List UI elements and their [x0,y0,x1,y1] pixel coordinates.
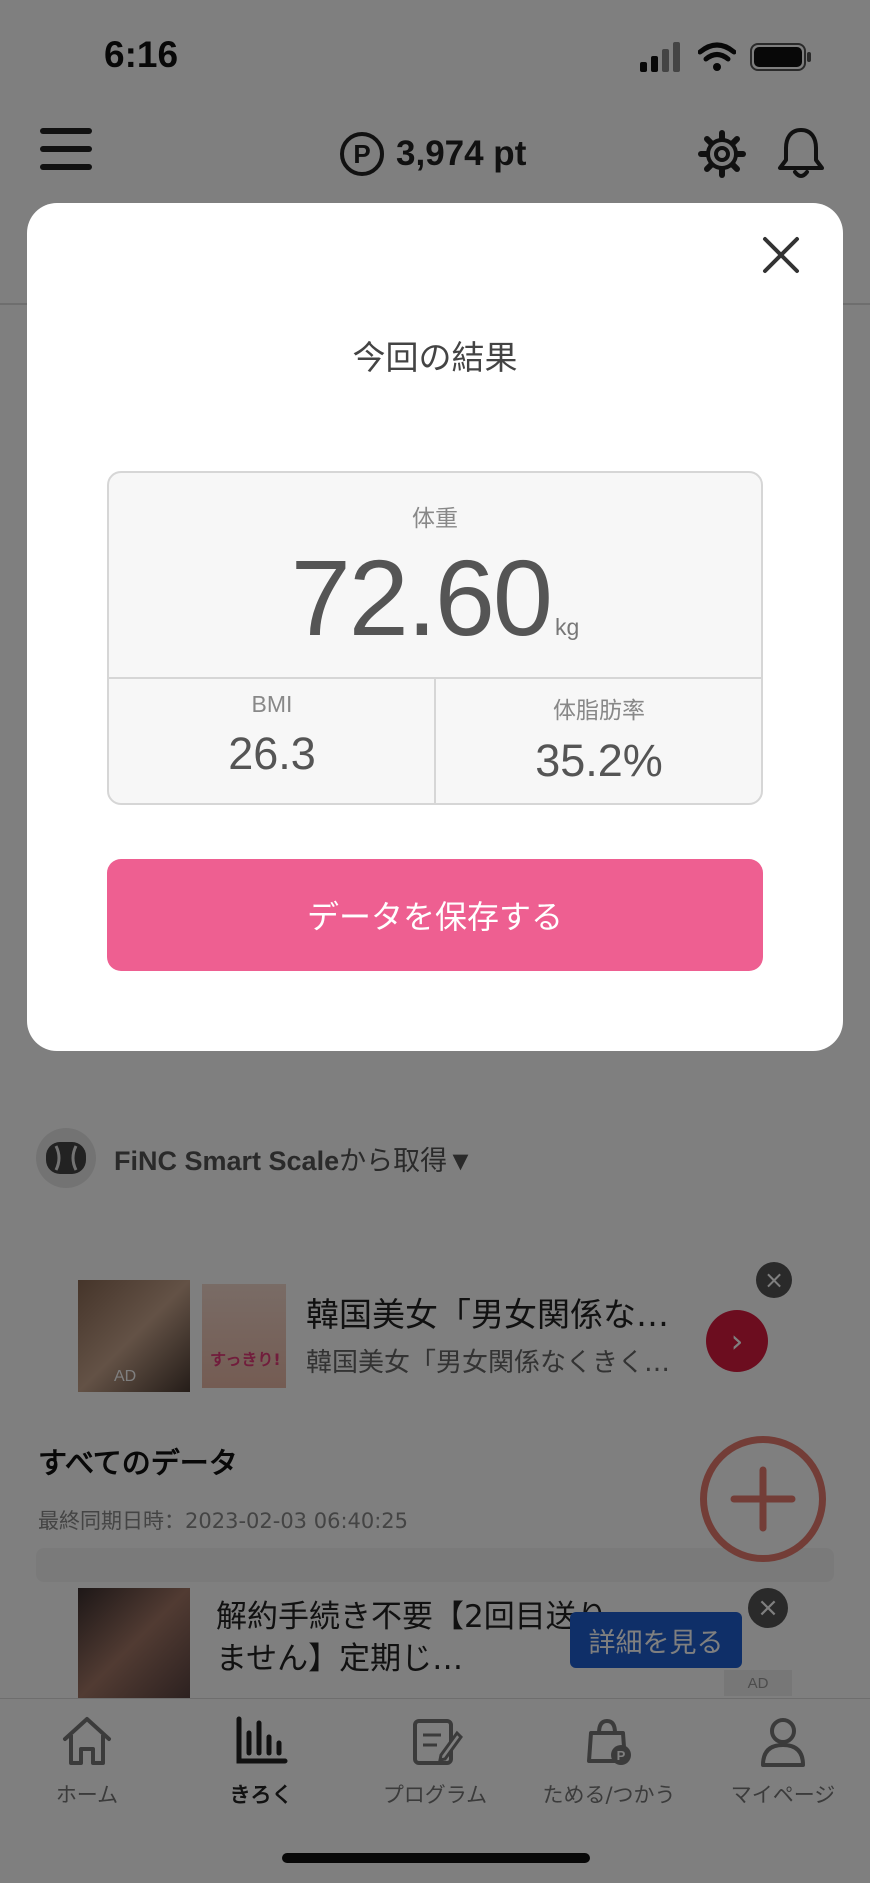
save-data-button[interactable]: データを保存する [107,859,763,971]
close-icon[interactable] [757,231,805,279]
weight-label: 体重 [412,506,458,532]
bmi-value: 26.3 [228,728,316,779]
weight-row: 72.60 kg [109,535,761,660]
body-fat-metric: 体脂肪率 35.2% [436,691,761,787]
modal-title: 今回の結果 [352,338,518,377]
weight-unit: kg [554,614,580,640]
result-modal: 今回の結果 体重 72.60 kg BMI 26.3 体脂肪率 35.2% データ… [27,203,843,1051]
bmi-metric: BMI 26.3 [109,691,435,780]
divider [109,677,761,679]
weight-value: 72.60 [290,537,553,658]
body-fat-label: 体脂肪率 [553,697,645,723]
bmi-label: BMI [251,691,293,717]
result-box: 体重 72.60 kg BMI 26.3 体脂肪率 35.2% [107,471,763,805]
body-fat-value: 35.2% [535,735,663,786]
